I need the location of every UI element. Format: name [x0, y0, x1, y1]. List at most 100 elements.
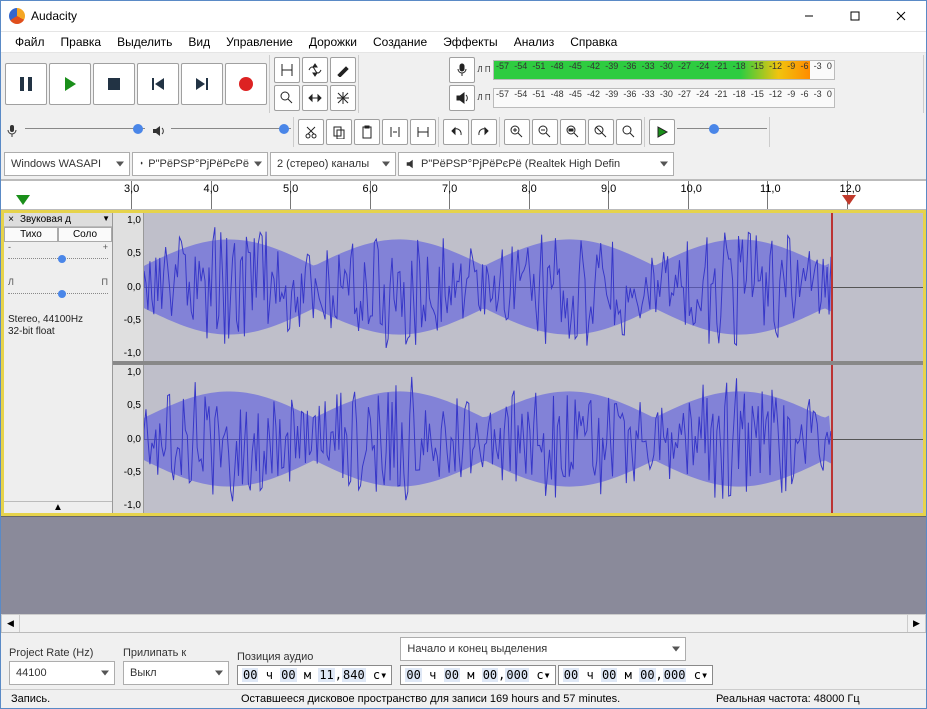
channel-left: 1,00,50,0-0,5-1,0 [113, 213, 923, 361]
empty-track-area[interactable] [1, 516, 926, 614]
disk-space-text: Оставшееся дисковое пространство для зап… [241, 693, 716, 705]
pan-slider[interactable] [8, 293, 108, 306]
selection-mode-value: Начало и конец выделения [407, 643, 547, 655]
scroll-left-button[interactable]: ◀ [1, 614, 20, 633]
rec-meter-mic-icon[interactable] [449, 57, 475, 83]
minimize-button[interactable] [786, 1, 832, 31]
trim-button[interactable] [382, 119, 408, 145]
silence-button[interactable] [410, 119, 436, 145]
menu-tracks[interactable]: Дорожки [301, 33, 365, 51]
horizontal-scrollbar[interactable]: ◀ ▶ [1, 614, 926, 632]
menu-generate[interactable]: Создание [365, 33, 435, 51]
paste-button[interactable] [354, 119, 380, 145]
mute-button[interactable]: Тихо [4, 227, 58, 242]
playback-meter[interactable]: -57-54-51-48-45-42-39-36-33-30-27-24-21-… [493, 88, 835, 108]
zoom-toolbar [502, 117, 645, 147]
draw-tool[interactable] [330, 57, 356, 83]
pause-button[interactable] [5, 63, 47, 105]
vertical-scale-left[interactable]: 1,00,50,0-0,5-1,0 [113, 213, 144, 361]
menu-view[interactable]: Вид [180, 33, 218, 51]
play-at-speed-button[interactable] [649, 119, 675, 145]
device-toolbar: Windows WASAPI Р"РёРЅР°РјРёРєРё 2 (стере… [1, 149, 926, 179]
transport-toolbar [3, 55, 270, 113]
menubar: Файл Правка Выделить Вид Управление Доро… [1, 32, 926, 53]
timeshift-tool[interactable] [302, 85, 328, 111]
track-format-info: Stereo, 44100Hz32-bit float [4, 312, 112, 340]
audio-position-field[interactable]: 00 ч 00 м 11,840 с▾ [237, 665, 392, 685]
play-speed-slider[interactable] [677, 128, 767, 143]
menu-effect[interactable]: Эффекты [435, 33, 506, 51]
menu-select[interactable]: Выделить [109, 33, 180, 51]
play-meter-lr: Л П [477, 94, 491, 102]
snap-to-dropdown[interactable]: Выкл [123, 661, 229, 685]
solo-button[interactable]: Соло [58, 227, 112, 242]
stop-button[interactable] [93, 63, 135, 105]
waveform-area: 1,00,50,0-0,5-1,0 1,00,50,0-0,5-1,0 [113, 213, 923, 513]
menu-file[interactable]: Файл [7, 33, 53, 51]
playback-cursor [831, 213, 833, 361]
skip-end-button[interactable] [181, 63, 223, 105]
menu-help[interactable]: Справка [562, 33, 625, 51]
playback-cursor [831, 365, 833, 513]
maximize-button[interactable] [832, 1, 878, 31]
copy-button[interactable] [326, 119, 352, 145]
window-titlebar: Audacity [1, 1, 926, 32]
channel-right: 1,00,50,0-0,5-1,0 [113, 365, 923, 513]
recording-channels-value: 2 (стерео) каналы [277, 158, 369, 170]
zoom-tool[interactable] [274, 85, 300, 111]
play-button[interactable] [49, 63, 91, 105]
cut-button[interactable] [298, 119, 324, 145]
selection-end-field[interactable]: 00 ч 00 м 00,000 с▾ [558, 665, 713, 685]
menu-analyze[interactable]: Анализ [506, 33, 563, 51]
play-meter-speaker-icon[interactable] [449, 85, 475, 111]
vertical-scale-right[interactable]: 1,00,50,0-0,5-1,0 [113, 365, 144, 513]
envelope-tool[interactable] [302, 57, 328, 83]
playback-volume-slider[interactable] [171, 128, 291, 143]
recording-volume-slider[interactable] [25, 128, 145, 143]
recording-device-dropdown[interactable]: Р"РёРЅР°РјРёРєРё [132, 152, 268, 176]
track-close-button[interactable]: × [4, 214, 18, 225]
track-menu-dropdown[interactable]: Звуковая д [18, 213, 112, 226]
project-rate-value: 44100 [16, 667, 47, 679]
rec-meter-lr: Л П [477, 66, 491, 74]
track-control-panel: × Звуковая д Тихо Соло -+ ЛП Stereo, 441… [4, 213, 113, 513]
playback-head-icon[interactable] [16, 195, 30, 205]
record-head-icon[interactable] [842, 195, 856, 205]
playback-device-dropdown[interactable]: Р"РёРЅР°РјРёРєРё (Realtek High Defin [398, 152, 674, 176]
snap-to-value: Выкл [130, 667, 157, 679]
zoom-out-button[interactable] [532, 119, 558, 145]
zoom-toggle-button[interactable] [616, 119, 642, 145]
record-button[interactable] [225, 63, 267, 105]
multi-tool[interactable] [330, 85, 356, 111]
redo-button[interactable] [471, 119, 497, 145]
undo-button[interactable] [443, 119, 469, 145]
menu-transport[interactable]: Управление [218, 33, 301, 51]
timeline-ruler[interactable]: 3,04,05,06,07,08,09,010,011,012,0 [1, 180, 926, 210]
waveform-right[interactable] [144, 365, 923, 513]
gain-slider[interactable] [8, 258, 108, 271]
project-rate-dropdown[interactable]: 44100 [9, 661, 115, 685]
status-text: Запись. [11, 693, 241, 705]
mic-icon [139, 158, 144, 170]
tracks-area: × Звуковая д Тихо Соло -+ ЛП Stereo, 441… [1, 210, 926, 516]
scroll-right-button[interactable]: ▶ [907, 614, 926, 633]
selection-mode-dropdown[interactable]: Начало и конец выделения [400, 637, 686, 661]
track-collapse-button[interactable]: ▲ [4, 501, 112, 513]
audio-host-dropdown[interactable]: Windows WASAPI [4, 152, 130, 176]
toolbars: Л П -57-54-51-48-45-42-39-36-33-30-27-24… [1, 53, 926, 180]
recording-meter[interactable]: -57-54-51-48-45-42-39-36-33-30-27-24-21-… [493, 60, 835, 80]
menu-edit[interactable]: Правка [53, 33, 110, 51]
zoom-fit-button[interactable] [588, 119, 614, 145]
zoom-selection-button[interactable] [560, 119, 586, 145]
close-button[interactable] [878, 1, 924, 31]
speaker-icon [405, 158, 417, 170]
waveform-left[interactable] [144, 213, 923, 361]
audio-host-value: Windows WASAPI [11, 158, 101, 170]
zoom-in-button[interactable] [504, 119, 530, 145]
selection-start-field[interactable]: 00 ч 00 м 00,000 с▾ [400, 665, 555, 685]
recording-channels-dropdown[interactable]: 2 (стерео) каналы [270, 152, 396, 176]
mic-icon [5, 124, 19, 141]
status-bar: Запись. Оставшееся дисковое пространство… [1, 689, 926, 708]
selection-tool[interactable] [274, 57, 300, 83]
skip-start-button[interactable] [137, 63, 179, 105]
